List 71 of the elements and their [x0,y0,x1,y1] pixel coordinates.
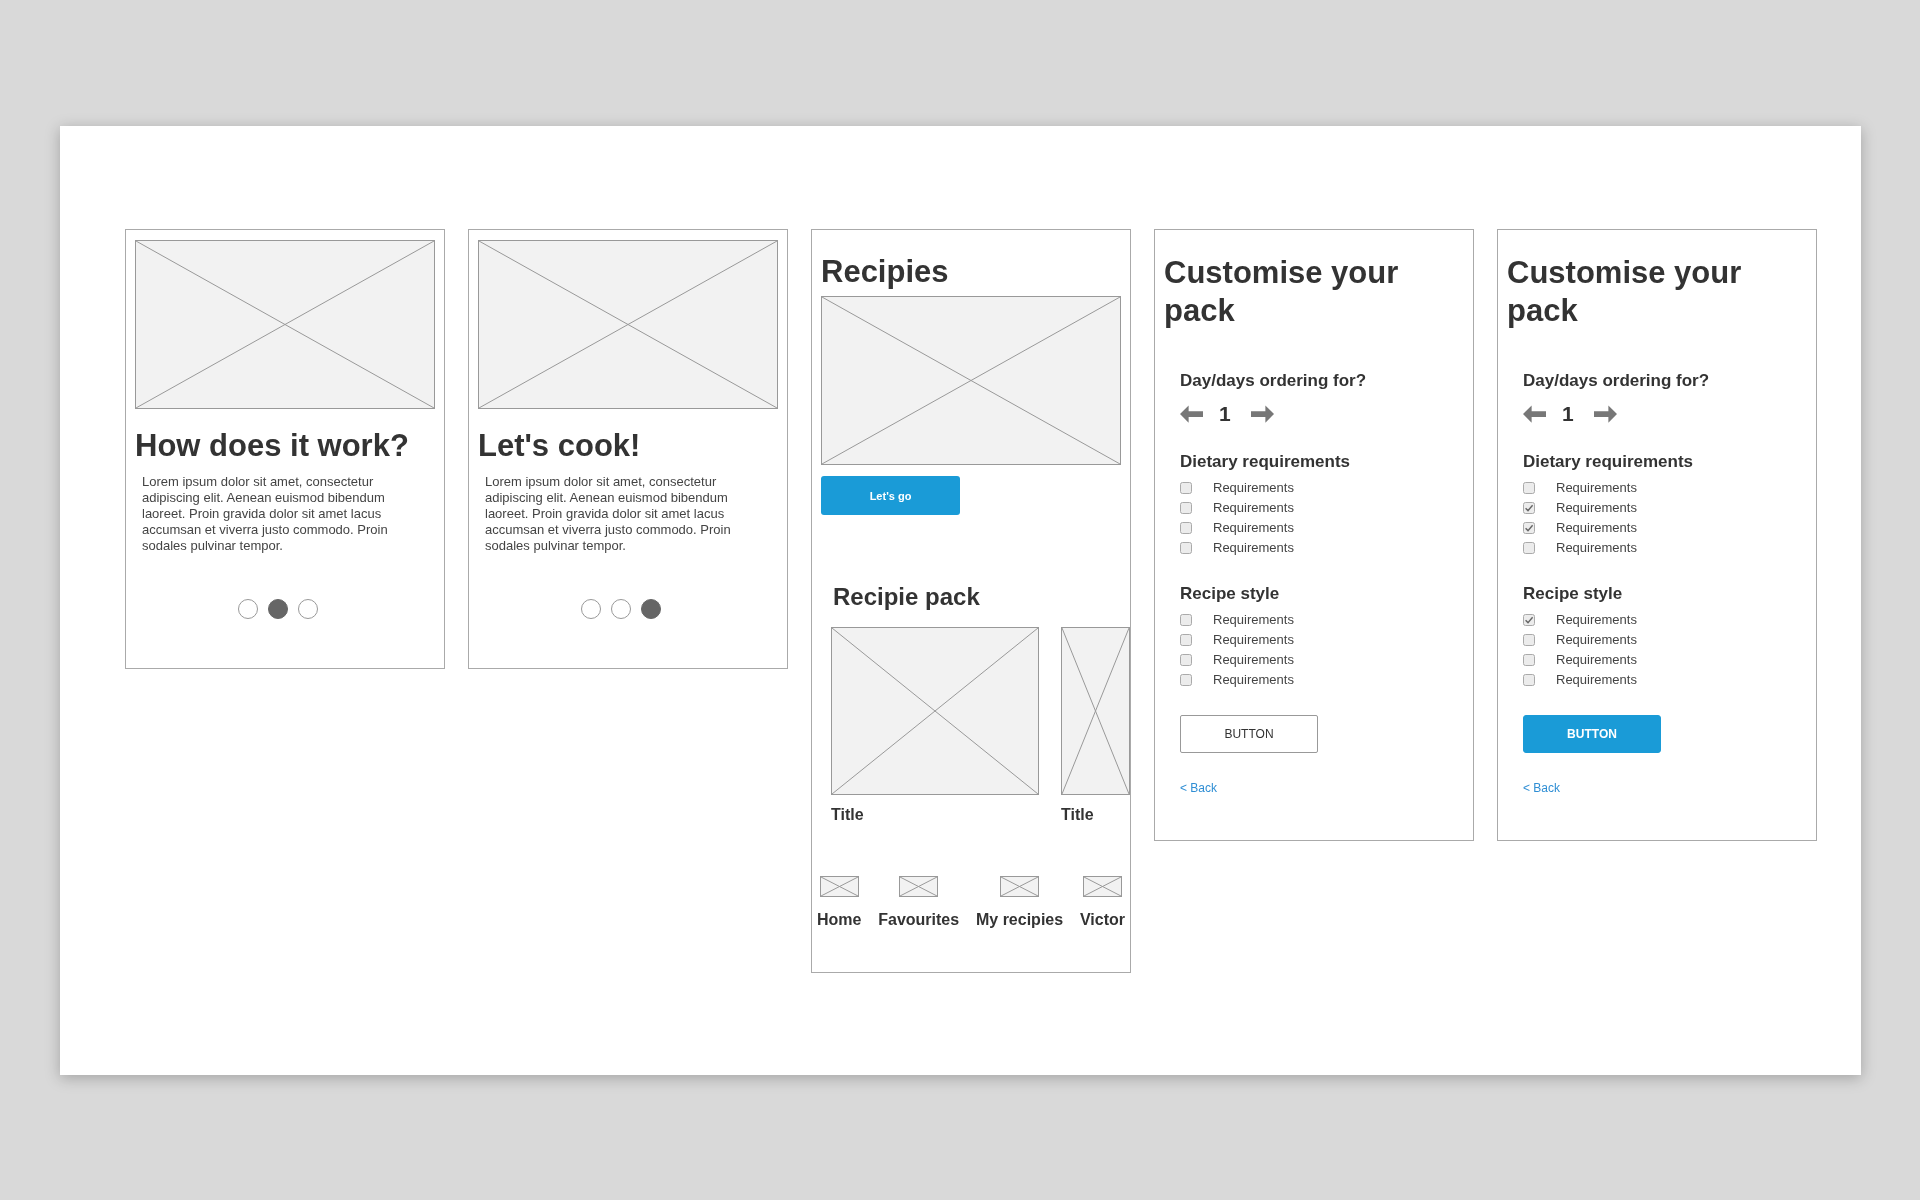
checkbox[interactable] [1523,614,1535,626]
nav-tab[interactable]: Victor [1079,876,1125,929]
checkbox-label: Requirements [1556,652,1637,668]
checkbox-label: Requirements [1213,520,1294,536]
field-label: Dietary requirements [1180,452,1351,472]
checkbox-label: Requirements [1556,480,1637,496]
placeholder-icon[interactable] [1000,876,1040,897]
screen-title: Customise your pack [1507,254,1743,330]
checkbox-label: Requirements [1213,672,1294,688]
checkbox[interactable] [1523,674,1535,686]
pager-dot-icon[interactable] [268,599,288,619]
field-label: Recipe style [1180,584,1280,604]
field-label: Recipe style [1523,584,1623,604]
checkbox-label: Requirements [1556,500,1637,516]
recipe-title: Title [831,805,864,825]
pager-dot-icon[interactable] [641,599,661,619]
checkbox-label: Requirements [1556,672,1637,688]
placeholder-icon[interactable] [819,876,859,897]
nav-tab[interactable]: Home [817,876,862,929]
checkbox[interactable] [1523,542,1535,554]
nav-tab[interactable]: My recipies [975,876,1064,929]
checkbox-label: Requirements [1556,612,1637,628]
screen-title: Recipies [821,254,949,290]
checkbox[interactable] [1180,614,1192,626]
checkbox[interactable] [1523,482,1535,494]
left-arrow-icon[interactable] [1523,405,1546,423]
checkbox[interactable] [1523,522,1535,534]
checkbox-label: Requirements [1213,612,1294,628]
checkbox-label: Requirements [1213,500,1294,516]
checkbox[interactable] [1523,502,1535,514]
checkbox[interactable] [1180,482,1192,494]
right-arrow-icon[interactable] [1250,405,1274,423]
stepper-value: 1 [1219,402,1231,426]
screen-title: Let's cook! [478,428,641,464]
checkbox[interactable] [1180,542,1192,554]
checkbox-label: Requirements [1556,540,1637,556]
checkbox-label: Requirements [1556,520,1637,536]
body-text: Lorem ipsum dolor sit amet, consectetur adipiscing elit. Aenean euismod bibendum laoreet. Proin gravida dolor sit amet lacus accumsan et viverra justo commodo. Proin sodales pulvinar tempor. [485,474,732,554]
checkbox[interactable] [1180,674,1192,686]
checkbox-label: Requirements [1213,540,1294,556]
body-text: Lorem ipsum dolor sit amet, consectetur adipiscing elit. Aenean euismod bibendum laoreet. Proin gravida dolor sit amet lacus accumsan et viverra justo commodo. Proin sodales pulvinar tempor. [142,474,389,554]
field-label: Dietary requirements [1523,452,1694,472]
checkbox[interactable] [1180,654,1192,666]
checkbox[interactable] [1180,634,1192,646]
pager-dot-icon[interactable] [298,599,318,619]
section-title: Recipie pack [833,583,980,611]
placeholder-icon[interactable] [899,876,939,897]
screen-title: Customise your pack [1164,254,1400,330]
back-link[interactable]: < Back [1180,781,1218,795]
outline-button[interactable]: BUTTON [1180,715,1318,753]
field-label: Day/days ordering for? [1180,371,1367,391]
checkbox[interactable] [1180,502,1192,514]
recipe-title: Title [1061,805,1094,825]
back-link[interactable]: < Back [1523,781,1561,795]
placeholder-icon[interactable] [1082,876,1122,897]
checkbox-label: Requirements [1556,632,1637,648]
pager-dot-icon[interactable] [238,599,258,619]
pager-dot-icon[interactable] [581,599,601,619]
checkbox-label: Requirements [1213,632,1294,648]
field-label: Day/days ordering for? [1523,371,1710,391]
checkbox[interactable] [1180,522,1192,534]
checkbox[interactable] [1523,634,1535,646]
checkbox[interactable] [1523,654,1535,666]
screen-title: How does it work? [135,428,409,464]
right-arrow-icon[interactable] [1593,405,1617,423]
left-arrow-icon[interactable] [1180,405,1203,423]
checkbox-label: Requirements [1213,480,1294,496]
nav-tab[interactable]: Favourites [878,876,960,929]
pager-dot-icon[interactable] [611,599,631,619]
stepper-value: 1 [1562,402,1574,426]
checkbox-label: Requirements [1213,652,1294,668]
